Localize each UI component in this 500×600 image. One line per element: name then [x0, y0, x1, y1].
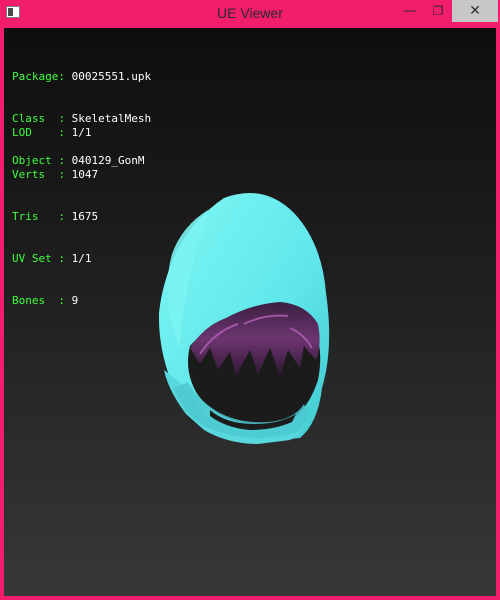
- maximize-button[interactable]: ❐: [424, 0, 452, 22]
- minimize-button[interactable]: —: [396, 0, 424, 22]
- app-window: UE Viewer — ❐ ✕ Package: 00025551.upk Cl…: [0, 0, 500, 600]
- skeletal-mesh-render: [158, 193, 330, 444]
- close-button[interactable]: ✕: [452, 0, 498, 22]
- 3d-viewport[interactable]: Package: 00025551.upk Class : SkeletalMe…: [4, 28, 496, 596]
- title-bar[interactable]: UE Viewer — ❐ ✕: [0, 0, 500, 28]
